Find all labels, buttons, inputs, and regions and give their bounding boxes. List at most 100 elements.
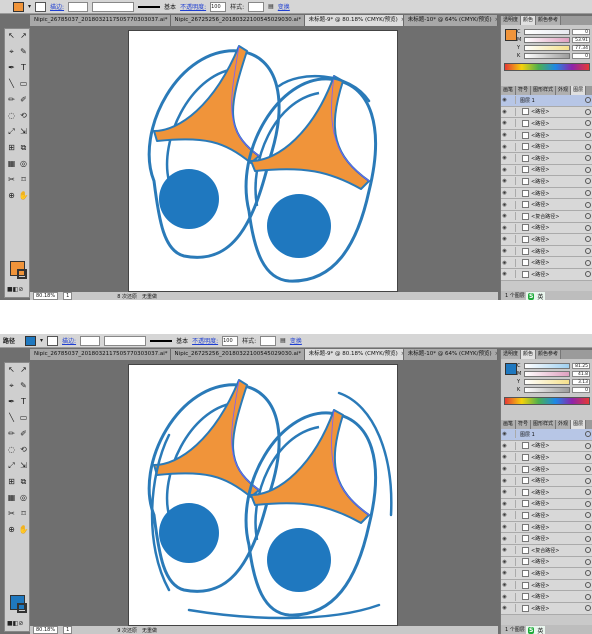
layer-row[interactable]: ◉ <路径> (501, 257, 592, 269)
eye-icon[interactable]: ◉ (501, 431, 508, 437)
eye-icon[interactable]: ◉ (501, 190, 508, 196)
artboard[interactable] (128, 364, 398, 626)
target-icon[interactable] (585, 190, 591, 197)
slider-track[interactable] (524, 386, 570, 393)
layer-item-name[interactable]: <路径> (531, 108, 585, 115)
blob-brush-tool-icon[interactable]: ◌ (6, 111, 17, 121)
eye-icon[interactable]: ◉ (501, 202, 508, 208)
layer-item-name[interactable]: <路径> (531, 489, 585, 496)
layer-item-name[interactable]: <复合路径> (531, 213, 585, 220)
rotate-tool-icon[interactable]: ⤢ (6, 127, 17, 137)
lock-toggle[interactable] (508, 557, 516, 566)
slippers-artwork[interactable] (129, 365, 399, 627)
layer-row[interactable]: ◉ <路径> (501, 533, 592, 545)
lock-toggle[interactable] (508, 465, 516, 474)
panel-tab[interactable]: 图形样式 (531, 86, 557, 95)
layer-row[interactable]: ◉ <路径> (501, 152, 592, 165)
scale-tool-icon[interactable]: ⇲ (18, 127, 29, 137)
layer-item-name[interactable]: <路径> (531, 605, 585, 612)
lock-toggle[interactable] (508, 107, 516, 116)
eye-icon[interactable]: ◉ (501, 178, 508, 184)
panel-tab[interactable]: 符号 (516, 420, 532, 429)
gradient-tool-icon[interactable]: ⌑ (18, 175, 29, 185)
layer-item-name[interactable]: <路径> (531, 166, 585, 173)
color-mode-icon[interactable]: ■◧⊘ (7, 285, 23, 295)
layer-row[interactable]: ◉ <路径> (501, 129, 592, 142)
stroke-color-box[interactable] (17, 603, 27, 613)
layer-row[interactable]: ◉ <路径> (501, 164, 592, 177)
stroke-color-box[interactable] (17, 269, 27, 279)
slider-track[interactable] (524, 36, 570, 43)
layer-row[interactable]: ◉ <路径> (501, 234, 592, 246)
target-icon[interactable] (585, 155, 591, 162)
eyedropper-tool-icon[interactable]: ⊕ (6, 191, 17, 201)
brush-definition-label[interactable]: 基本 (164, 2, 176, 11)
layer-item-name[interactable]: <路径> (531, 535, 585, 542)
target-icon[interactable] (585, 558, 591, 565)
variable-width-select[interactable] (104, 335, 147, 346)
layer-item-name[interactable]: <路径> (531, 442, 585, 449)
symbol-sprayer-tool-icon[interactable]: ▦ (6, 493, 17, 503)
rotate-tool-icon[interactable]: ⤢ (6, 461, 17, 471)
eye-icon[interactable]: ◉ (501, 271, 508, 277)
target-icon[interactable] (585, 97, 591, 104)
slider-track[interactable] (524, 44, 570, 51)
warp-tool-icon[interactable]: ⊞ (6, 143, 17, 153)
slider-track[interactable] (524, 52, 570, 59)
slider-track[interactable] (524, 28, 570, 35)
eye-icon[interactable]: ◉ (501, 570, 508, 576)
lock-toggle[interactable] (508, 154, 516, 163)
eye-icon[interactable]: ◉ (501, 144, 508, 150)
close-icon[interactable]: × (495, 17, 497, 23)
target-icon[interactable] (585, 547, 591, 554)
target-icon[interactable] (585, 166, 591, 173)
transform-link[interactable]: 变换 (278, 2, 290, 11)
document-tab[interactable]: 未标题-9* @ 80.18% (CMYK/预览)× (304, 349, 404, 360)
eye-icon[interactable]: ◉ (501, 524, 508, 530)
line-segment-tool-icon[interactable]: ╲ (6, 413, 17, 423)
current-color-swatch[interactable] (505, 29, 517, 41)
lock-toggle[interactable] (508, 131, 516, 140)
fill-swatch[interactable] (13, 1, 24, 12)
slider-value-input[interactable]: 0 (572, 28, 590, 35)
target-icon[interactable] (585, 593, 591, 600)
artboard-navigation[interactable]: 1 (63, 292, 73, 300)
eye-icon[interactable]: ◉ (501, 454, 508, 460)
opacity-input[interactable]: 100 (222, 335, 239, 346)
gradient-tool-icon[interactable]: ⌑ (18, 509, 29, 519)
panel-tab[interactable]: 颜色 (521, 350, 537, 359)
artboard[interactable] (128, 30, 398, 292)
target-icon[interactable] (585, 524, 591, 531)
lock-toggle[interactable] (508, 119, 516, 128)
target-icon[interactable] (585, 535, 591, 542)
lock-toggle[interactable] (508, 581, 516, 590)
eye-icon[interactable]: ◉ (501, 536, 508, 542)
paintbrush-tool-icon[interactable]: ✏ (6, 95, 17, 105)
target-icon[interactable] (585, 201, 591, 208)
layer-row[interactable]: ◉ <路径> (501, 556, 592, 569)
opacity-input[interactable]: 100 (210, 1, 227, 12)
panel-tab[interactable]: 画笔 (501, 86, 517, 95)
target-icon[interactable] (585, 489, 591, 496)
lock-toggle[interactable] (508, 523, 516, 532)
layer-item-name[interactable]: <路径> (531, 190, 585, 197)
pencil-tool-icon[interactable]: ✐ (18, 95, 29, 105)
document-tab[interactable]: Nipic_26725256_20180322100545029030.ai*× (170, 15, 305, 26)
layer-item-name[interactable]: <路径> (531, 236, 585, 243)
panel-tab[interactable]: 透明度 (501, 16, 522, 25)
lock-toggle[interactable] (508, 546, 516, 555)
eye-icon[interactable]: ◉ (501, 167, 508, 173)
eraser-tool-icon[interactable]: ⟲ (18, 445, 29, 455)
align-icon[interactable]: ▤ (280, 337, 286, 344)
color-slider-c[interactable]: C 81.25 (517, 362, 591, 369)
panel-tab[interactable]: 外观 (556, 86, 572, 95)
type-tool-icon[interactable]: T (18, 397, 29, 407)
panel-tab[interactable]: 图形样式 (531, 420, 557, 429)
eye-icon[interactable]: ◉ (501, 466, 508, 472)
slider-value-input[interactable]: 3.13 (572, 378, 590, 385)
target-icon[interactable] (585, 120, 591, 127)
pen-tool-icon[interactable]: ✒ (6, 63, 17, 73)
line-segment-tool-icon[interactable]: ╲ (6, 79, 17, 89)
eye-icon[interactable]: ◉ (501, 120, 508, 126)
slider-track[interactable] (524, 378, 570, 385)
